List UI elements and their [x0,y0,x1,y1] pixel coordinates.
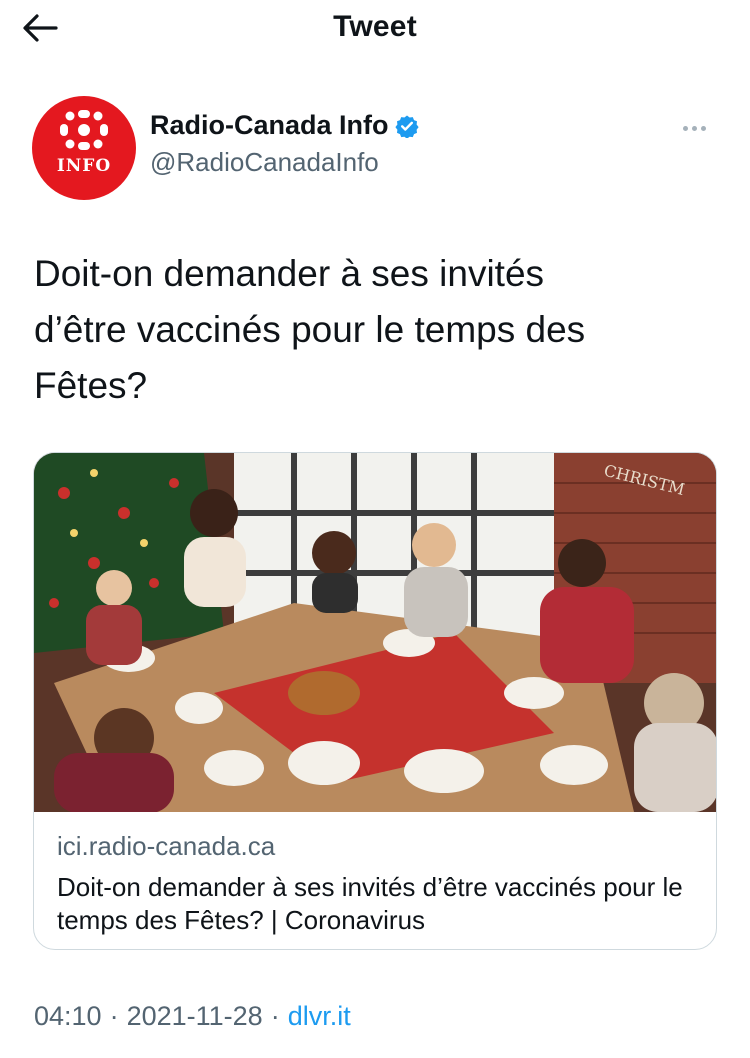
more-options-button[interactable] [674,116,714,140]
card-image: CHRISTM [34,453,716,812]
tweet-source-link[interactable]: dlvr.it [288,1001,351,1032]
verified-badge-icon [394,115,419,138]
card-domain: ici.radio-canada.ca [57,831,276,861]
tweet-text: Doit-on demander à ses invités d’être va… [34,253,586,406]
more-dot-icon [700,125,706,131]
top-bar: Tweet [0,0,750,56]
meta-separator: · [270,1001,280,1031]
tweet-time[interactable]: 04:10 [34,1001,102,1032]
author-names: Radio-Canada Info @RadioCanadaInfo [150,110,419,178]
radio-canada-logo-icon [60,110,108,150]
card-title: Doit-on demander à ses invités d’être va… [57,872,683,935]
display-name: Radio-Canada Info [150,110,389,140]
meta-separator: · [109,1001,119,1031]
holiday-dinner-photo: CHRISTM [34,453,716,812]
page-title: Tweet [333,10,417,43]
avatar[interactable]: INFO [32,96,136,200]
link-card[interactable]: CHRISTM ici.radio-canada.ca Doit-on dema… [33,452,717,950]
more-dot-icon [691,125,697,131]
display-name-link[interactable]: Radio-Canada Info [150,110,419,141]
tweet-meta: 04:10 · 2021-11-28 · dlvr.it [34,1001,351,1032]
tweet-author: INFO Radio-Canada Info @RadioCanadaInfo [32,96,730,200]
more-dot-icon [682,125,688,131]
author-handle[interactable]: @RadioCanadaInfo [150,147,419,178]
avatar-label: INFO [56,156,112,176]
tweet-date[interactable]: 2021-11-28 [127,1001,263,1032]
